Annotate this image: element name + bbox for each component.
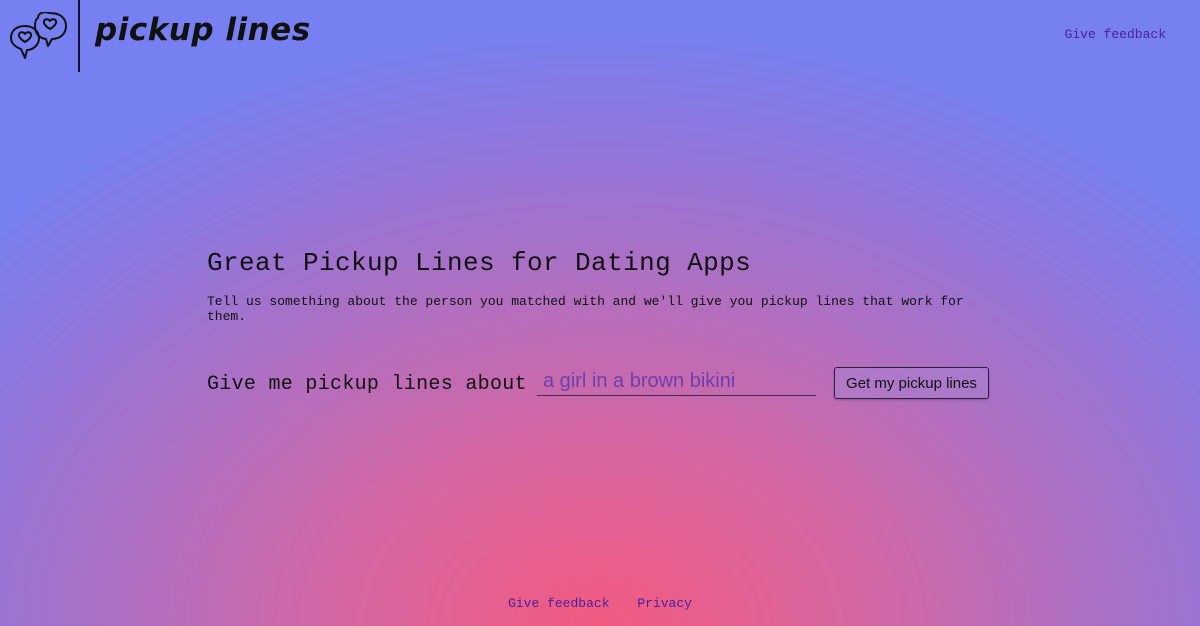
site-footer: Give feedback Privacy — [0, 596, 1200, 611]
get-pickup-lines-button[interactable]: Get my pickup lines — [834, 367, 989, 399]
logo-divider — [78, 0, 80, 72]
footer-privacy-link[interactable]: Privacy — [637, 596, 692, 611]
speech-bubbles-hearts-icon[interactable] — [8, 12, 68, 60]
topic-input[interactable] — [537, 368, 816, 396]
header-feedback-link[interactable]: Give feedback — [1065, 27, 1166, 42]
pickup-form: Give me pickup lines about Get my pickup… — [207, 367, 1007, 402]
site-header: pickup lines Give feedback — [0, 0, 1200, 72]
page-title: Great Pickup Lines for Dating Apps — [207, 248, 752, 278]
main-content: Great Pickup Lines for Dating Apps Tell … — [207, 246, 1007, 399]
logo-text[interactable]: pickup lines — [95, 8, 311, 52]
form-label: Give me pickup lines about — [207, 373, 527, 396]
footer-feedback-link[interactable]: Give feedback — [508, 596, 609, 611]
page-subtitle: Tell us something about the person you m… — [207, 294, 964, 324]
